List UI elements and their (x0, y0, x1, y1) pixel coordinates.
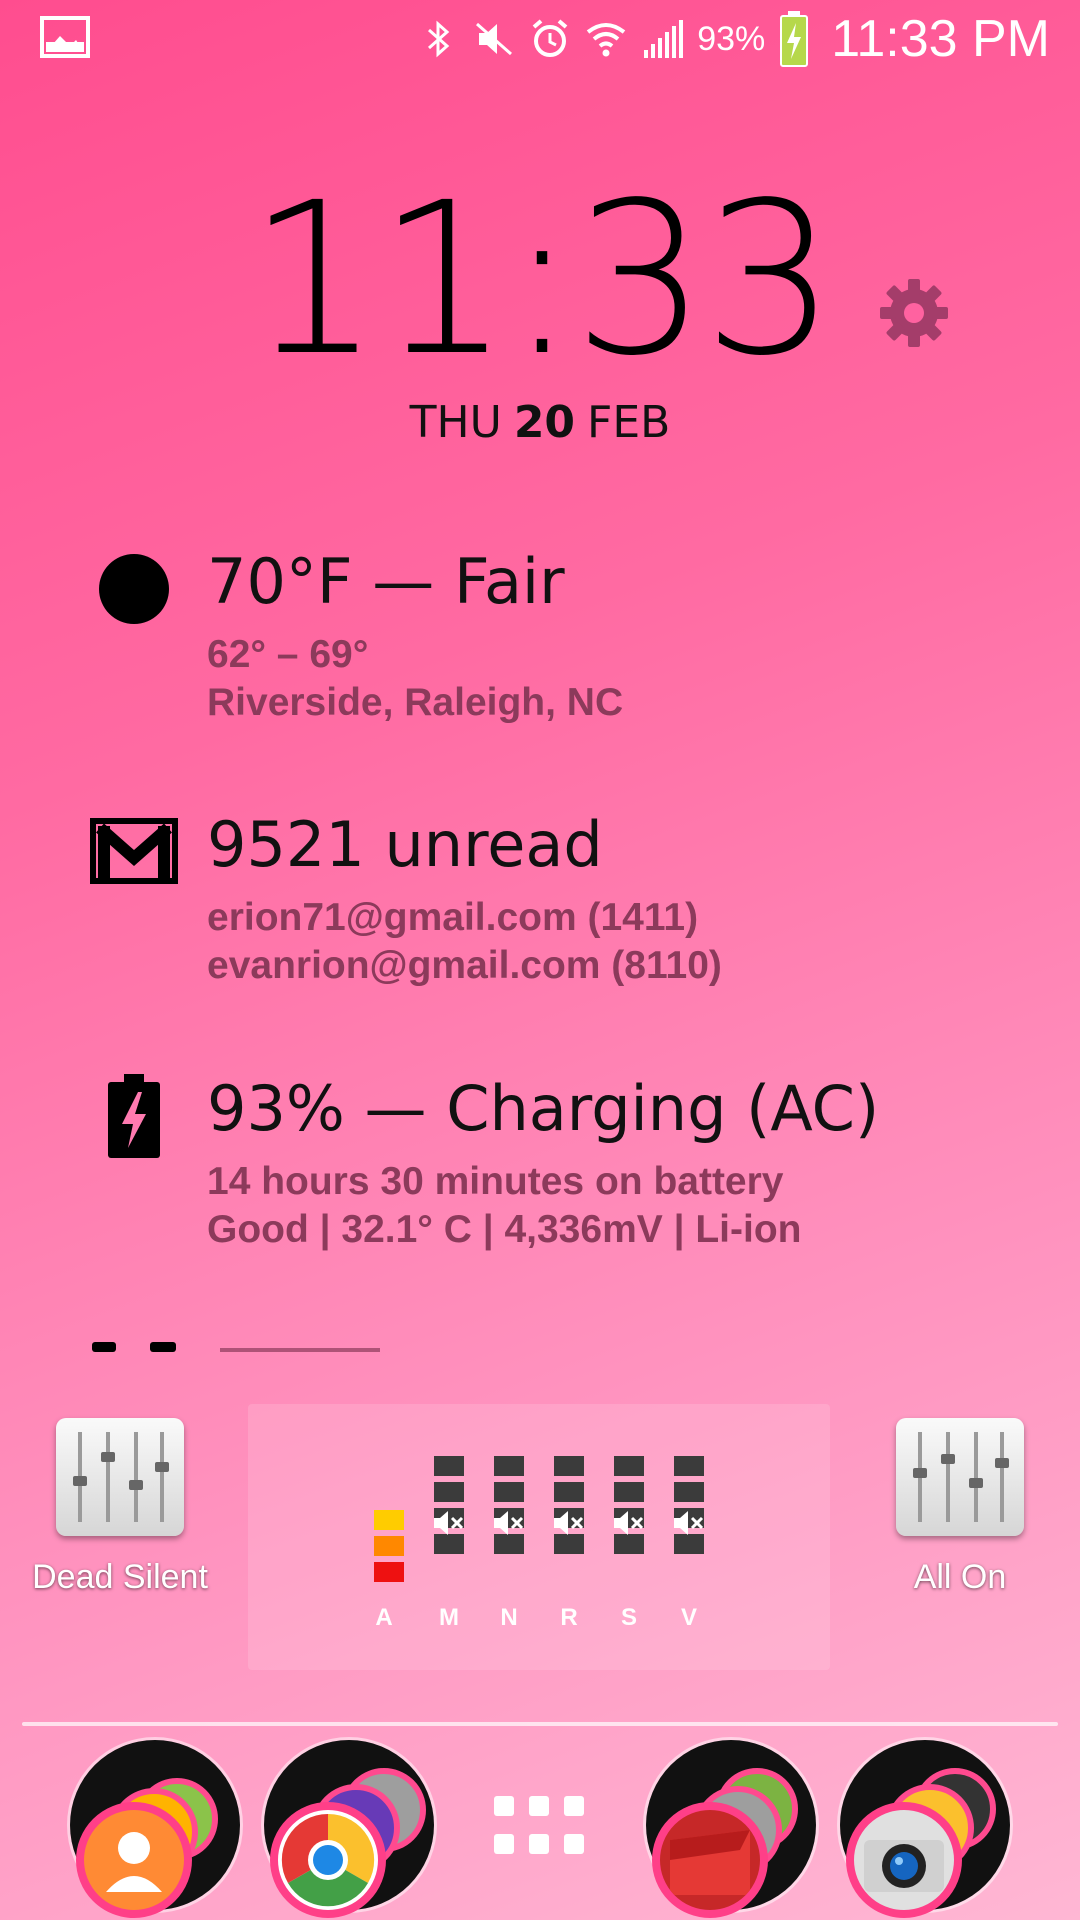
battery-title: 93% — Charging (AC) (207, 1072, 880, 1145)
video-icon (652, 1802, 768, 1918)
mute-icon (614, 1511, 644, 1535)
volume-column-s[interactable] (614, 1456, 644, 1560)
volume-label-s: S (620, 1604, 637, 1631)
dock-folder-chrome[interactable] (264, 1740, 434, 1918)
app-drawer-icon[interactable] (490, 1792, 588, 1858)
gallery-icon (40, 16, 90, 58)
clock-date: THU 20 FEB (0, 397, 1080, 448)
profile-all-on[interactable]: All On (860, 1418, 1060, 1597)
volume-column-v[interactable] (674, 1456, 704, 1560)
weather-range: 62° – 69° (207, 633, 369, 676)
mute-icon (476, 22, 513, 56)
mixer-icon (896, 1418, 1024, 1536)
weather-location: Riverside, Raleigh, NC (207, 681, 624, 724)
battery-estimate: 14 hours 30 minutes on battery (207, 1160, 784, 1203)
date-day: 20 (513, 397, 576, 448)
mute-icon (494, 1511, 524, 1535)
camera-icon (846, 1802, 962, 1918)
volume-panel[interactable]: A M N R S V (248, 1404, 830, 1670)
alarm-icon (532, 19, 568, 57)
volume-column-r[interactable] (554, 1456, 584, 1560)
volume-column-alarm[interactable] (374, 1510, 404, 1588)
mail-account-2: evanrion@gmail.com (8110) (207, 944, 722, 987)
mute-icon (674, 1511, 704, 1535)
mute-icon (554, 1511, 584, 1535)
battery-charging-icon (780, 11, 809, 67)
volume-column-n[interactable] (494, 1456, 524, 1560)
volume-label-m: M (439, 1604, 459, 1631)
contacts-icon (76, 1802, 192, 1918)
dock-folder-camera[interactable] (840, 1740, 1010, 1918)
profile-label-left: Dead Silent (32, 1558, 208, 1596)
date-month: FEB (587, 397, 671, 448)
weather-title: 70°F — Fair (207, 545, 565, 618)
volume-label-n: N (500, 1604, 518, 1631)
battery-charging-large-icon (108, 1074, 160, 1158)
mute-icon (434, 1511, 464, 1535)
mail-account-1: erion71@gmail.com (1411) (207, 896, 699, 939)
gmail-icon (90, 818, 178, 884)
battery-percent: 93% (697, 19, 766, 58)
status-time: 11:33 PM (831, 10, 1050, 68)
mail-title: 9521 unread (207, 808, 603, 881)
profile-dead-silent[interactable]: Dead Silent (20, 1418, 220, 1597)
mixer-icon (56, 1418, 184, 1536)
volume-label-r: R (560, 1604, 578, 1631)
wifi-icon (586, 23, 626, 57)
dock-folder-media[interactable] (646, 1740, 816, 1918)
bluetooth-icon (428, 20, 450, 58)
date-weekday: THU (409, 397, 502, 448)
volume-label-v: V (680, 1604, 697, 1631)
volume-column-m[interactable] (434, 1456, 464, 1560)
more-rows-hint (0, 1330, 1080, 1352)
clipped-row-fragment (92, 1342, 380, 1352)
dock-divider (22, 1722, 1058, 1726)
weather-fair-icon (99, 554, 169, 624)
battery-details: Good | 32.1° C | 4,336mV | Li-ion (207, 1208, 802, 1251)
chrome-icon (270, 1802, 386, 1918)
gear-icon[interactable] (876, 275, 952, 351)
volume-label-a: A (375, 1604, 393, 1631)
signal-icon (644, 20, 684, 58)
dock-folder-contacts[interactable] (70, 1740, 240, 1918)
status-bar: 93% 11:33 PM (0, 0, 1080, 76)
profile-label-right: All On (913, 1558, 1007, 1596)
